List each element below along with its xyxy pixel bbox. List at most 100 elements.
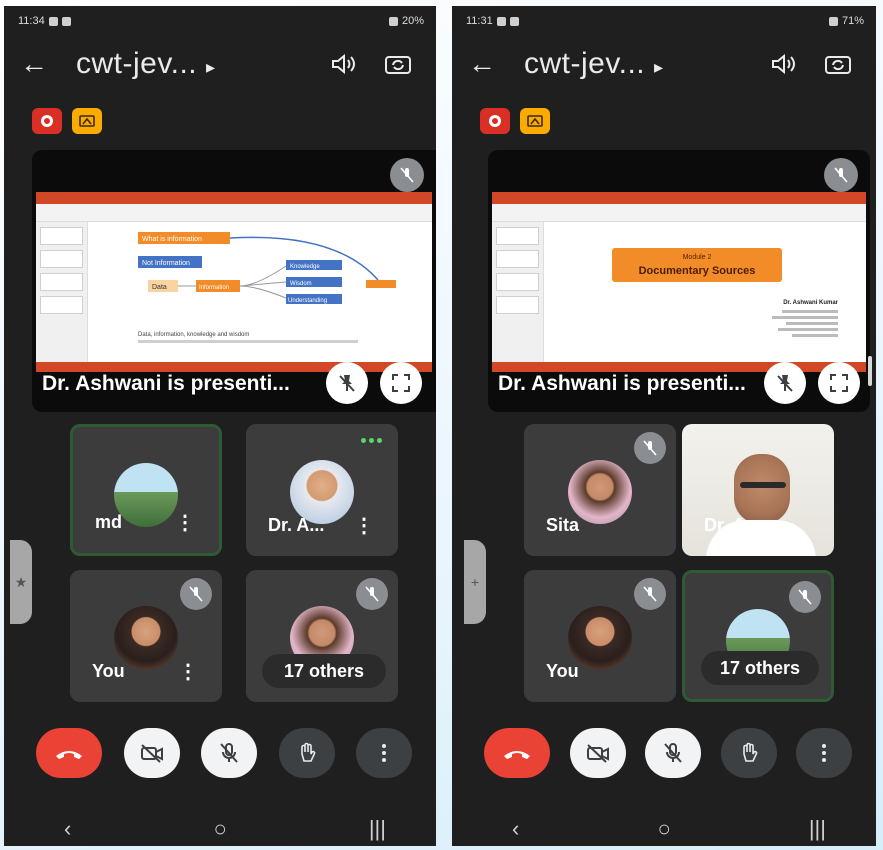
nav-home-icon[interactable]: ○ — [657, 816, 670, 842]
speaker-icon[interactable] — [762, 42, 806, 86]
speaker-icon[interactable] — [322, 42, 366, 86]
scrollbar[interactable] — [868, 356, 872, 386]
nav-home-icon[interactable]: ○ — [213, 816, 226, 842]
meeting-badges — [480, 108, 550, 134]
title-arrow-icon: ▸ — [653, 57, 664, 77]
presentation-panel[interactable]: What is information Not Information Data… — [32, 150, 436, 412]
notification-icon — [48, 16, 58, 26]
side-panel-handle[interactable]: ★ — [10, 540, 32, 624]
screen-share-badge[interactable] — [520, 108, 550, 134]
switch-camera-icon[interactable] — [816, 42, 860, 86]
side-panel-handle[interactable]: + — [464, 540, 486, 624]
slide-ribbon — [36, 192, 432, 204]
raise-hand-button[interactable] — [278, 728, 335, 778]
shared-slide: What is information Not Information Data… — [36, 192, 432, 372]
slide-thumbnail — [496, 273, 539, 291]
call-controls — [36, 726, 412, 780]
participant-name: You — [546, 661, 579, 681]
camera-toggle-button[interactable] — [123, 728, 180, 778]
raise-hand-button[interactable] — [720, 728, 777, 778]
presenter-caption: Dr. Ashwani is presenti... — [498, 372, 746, 395]
participant-tile[interactable]: You — [524, 570, 676, 702]
end-call-button[interactable] — [36, 728, 102, 778]
slide-box-text: Information — [199, 285, 229, 291]
status-time: 11:31 — [466, 15, 493, 27]
battery-percent: 20% — [401, 15, 424, 27]
slide-toolbar — [492, 204, 866, 222]
mic-toggle-button[interactable] — [201, 728, 257, 778]
back-arrow-icon[interactable]: ← — [20, 48, 76, 80]
others-tile[interactable]: 17 others — [682, 570, 834, 702]
slide-thumbnails — [492, 222, 544, 362]
nav-recents-icon[interactable]: ||| — [809, 816, 826, 842]
android-nav-bar: ‹ ○ ||| — [512, 814, 826, 844]
signal-icon — [388, 16, 398, 26]
slide-box-text: Wisdom — [290, 281, 312, 287]
fullscreen-button[interactable] — [380, 362, 422, 404]
recording-badge[interactable] — [32, 108, 62, 134]
participant-name: md — [95, 512, 122, 532]
nav-back-icon[interactable]: ‹ — [512, 816, 519, 842]
unpin-button[interactable] — [326, 362, 368, 404]
participant-tile[interactable]: Sita — [524, 424, 676, 556]
mic-toggle-button[interactable] — [645, 728, 701, 778]
more-options-icon[interactable]: ⋮ — [178, 659, 198, 684]
meeting-title[interactable]: cwt-jev... ▸ — [524, 47, 752, 81]
mic-off-icon — [824, 158, 858, 192]
status-bar: 11:34 20% — [18, 12, 424, 30]
slide-box-text: Understanding — [288, 298, 327, 304]
fullscreen-button[interactable] — [818, 362, 860, 404]
slide-canvas: Module 2 Documentary Sources Dr. Ashwani… — [552, 228, 858, 356]
raise-hand-icon — [300, 742, 315, 762]
participant-tile[interactable]: You ⋮ — [70, 570, 222, 702]
slide-footer-bar — [36, 362, 432, 372]
unpin-icon — [777, 375, 793, 392]
mic-off-icon — [220, 743, 238, 763]
meeting-badges — [32, 108, 102, 134]
avatar — [114, 463, 178, 527]
presentation-panel[interactable]: Module 2 Documentary Sources Dr. Ashwani… — [488, 150, 870, 412]
end-call-button[interactable] — [484, 728, 550, 778]
slide-box-text: Data — [152, 284, 167, 291]
switch-camera-icon[interactable] — [376, 42, 420, 86]
meeting-title[interactable]: cwt-jev... ▸ — [76, 47, 312, 81]
notification-icon — [496, 16, 506, 26]
title-arrow-icon: ▸ — [205, 57, 216, 77]
more-options-button[interactable] — [796, 728, 852, 778]
participant-tile[interactable]: md ⋮ — [70, 424, 222, 556]
slide-heading: Documentary Sources — [639, 265, 756, 277]
slide-thumbnail — [496, 227, 539, 245]
slide-thumbnail — [496, 296, 539, 314]
slide-subheading: Module 2 — [683, 254, 712, 261]
status-time: 11:34 — [18, 15, 45, 27]
nav-back-icon[interactable]: ‹ — [64, 816, 71, 842]
nav-recents-icon[interactable]: ||| — [369, 816, 386, 842]
slide-ribbon — [492, 192, 866, 204]
meeting-header: ← cwt-jev... ▸ — [468, 42, 860, 86]
slide-thumbnail — [496, 250, 539, 268]
mic-off-icon — [390, 158, 424, 192]
screen-share-badge[interactable] — [72, 108, 102, 134]
participant-video — [682, 424, 834, 556]
mic-off-icon — [634, 432, 666, 464]
participant-tile[interactable]: Dr. A... ⋮ — [246, 424, 398, 556]
more-vert-icon — [822, 744, 826, 762]
speaking-indicator-icon — [361, 438, 382, 443]
more-vert-icon — [382, 744, 386, 762]
unpin-icon — [339, 375, 355, 392]
unpin-button[interactable] — [764, 362, 806, 404]
recording-badge[interactable] — [480, 108, 510, 134]
more-options-button[interactable] — [356, 728, 412, 778]
others-tile[interactable]: 17 others — [246, 570, 398, 702]
slide-footer-bar — [492, 362, 866, 372]
participant-video-tile[interactable]: Dr. A... — [682, 424, 834, 556]
slide-author: Dr. Ashwani Kumar — [783, 300, 838, 306]
more-options-icon[interactable]: ⋮ — [175, 510, 195, 535]
slide-box-text: Knowledge — [290, 264, 320, 270]
back-arrow-icon[interactable]: ← — [468, 48, 524, 80]
more-options-icon[interactable]: ⋮ — [354, 513, 374, 538]
meeting-header: ← cwt-jev... ▸ — [20, 42, 420, 86]
mic-off-icon — [789, 581, 821, 613]
phone-hangup-icon — [504, 751, 530, 759]
camera-toggle-button[interactable] — [569, 728, 626, 778]
